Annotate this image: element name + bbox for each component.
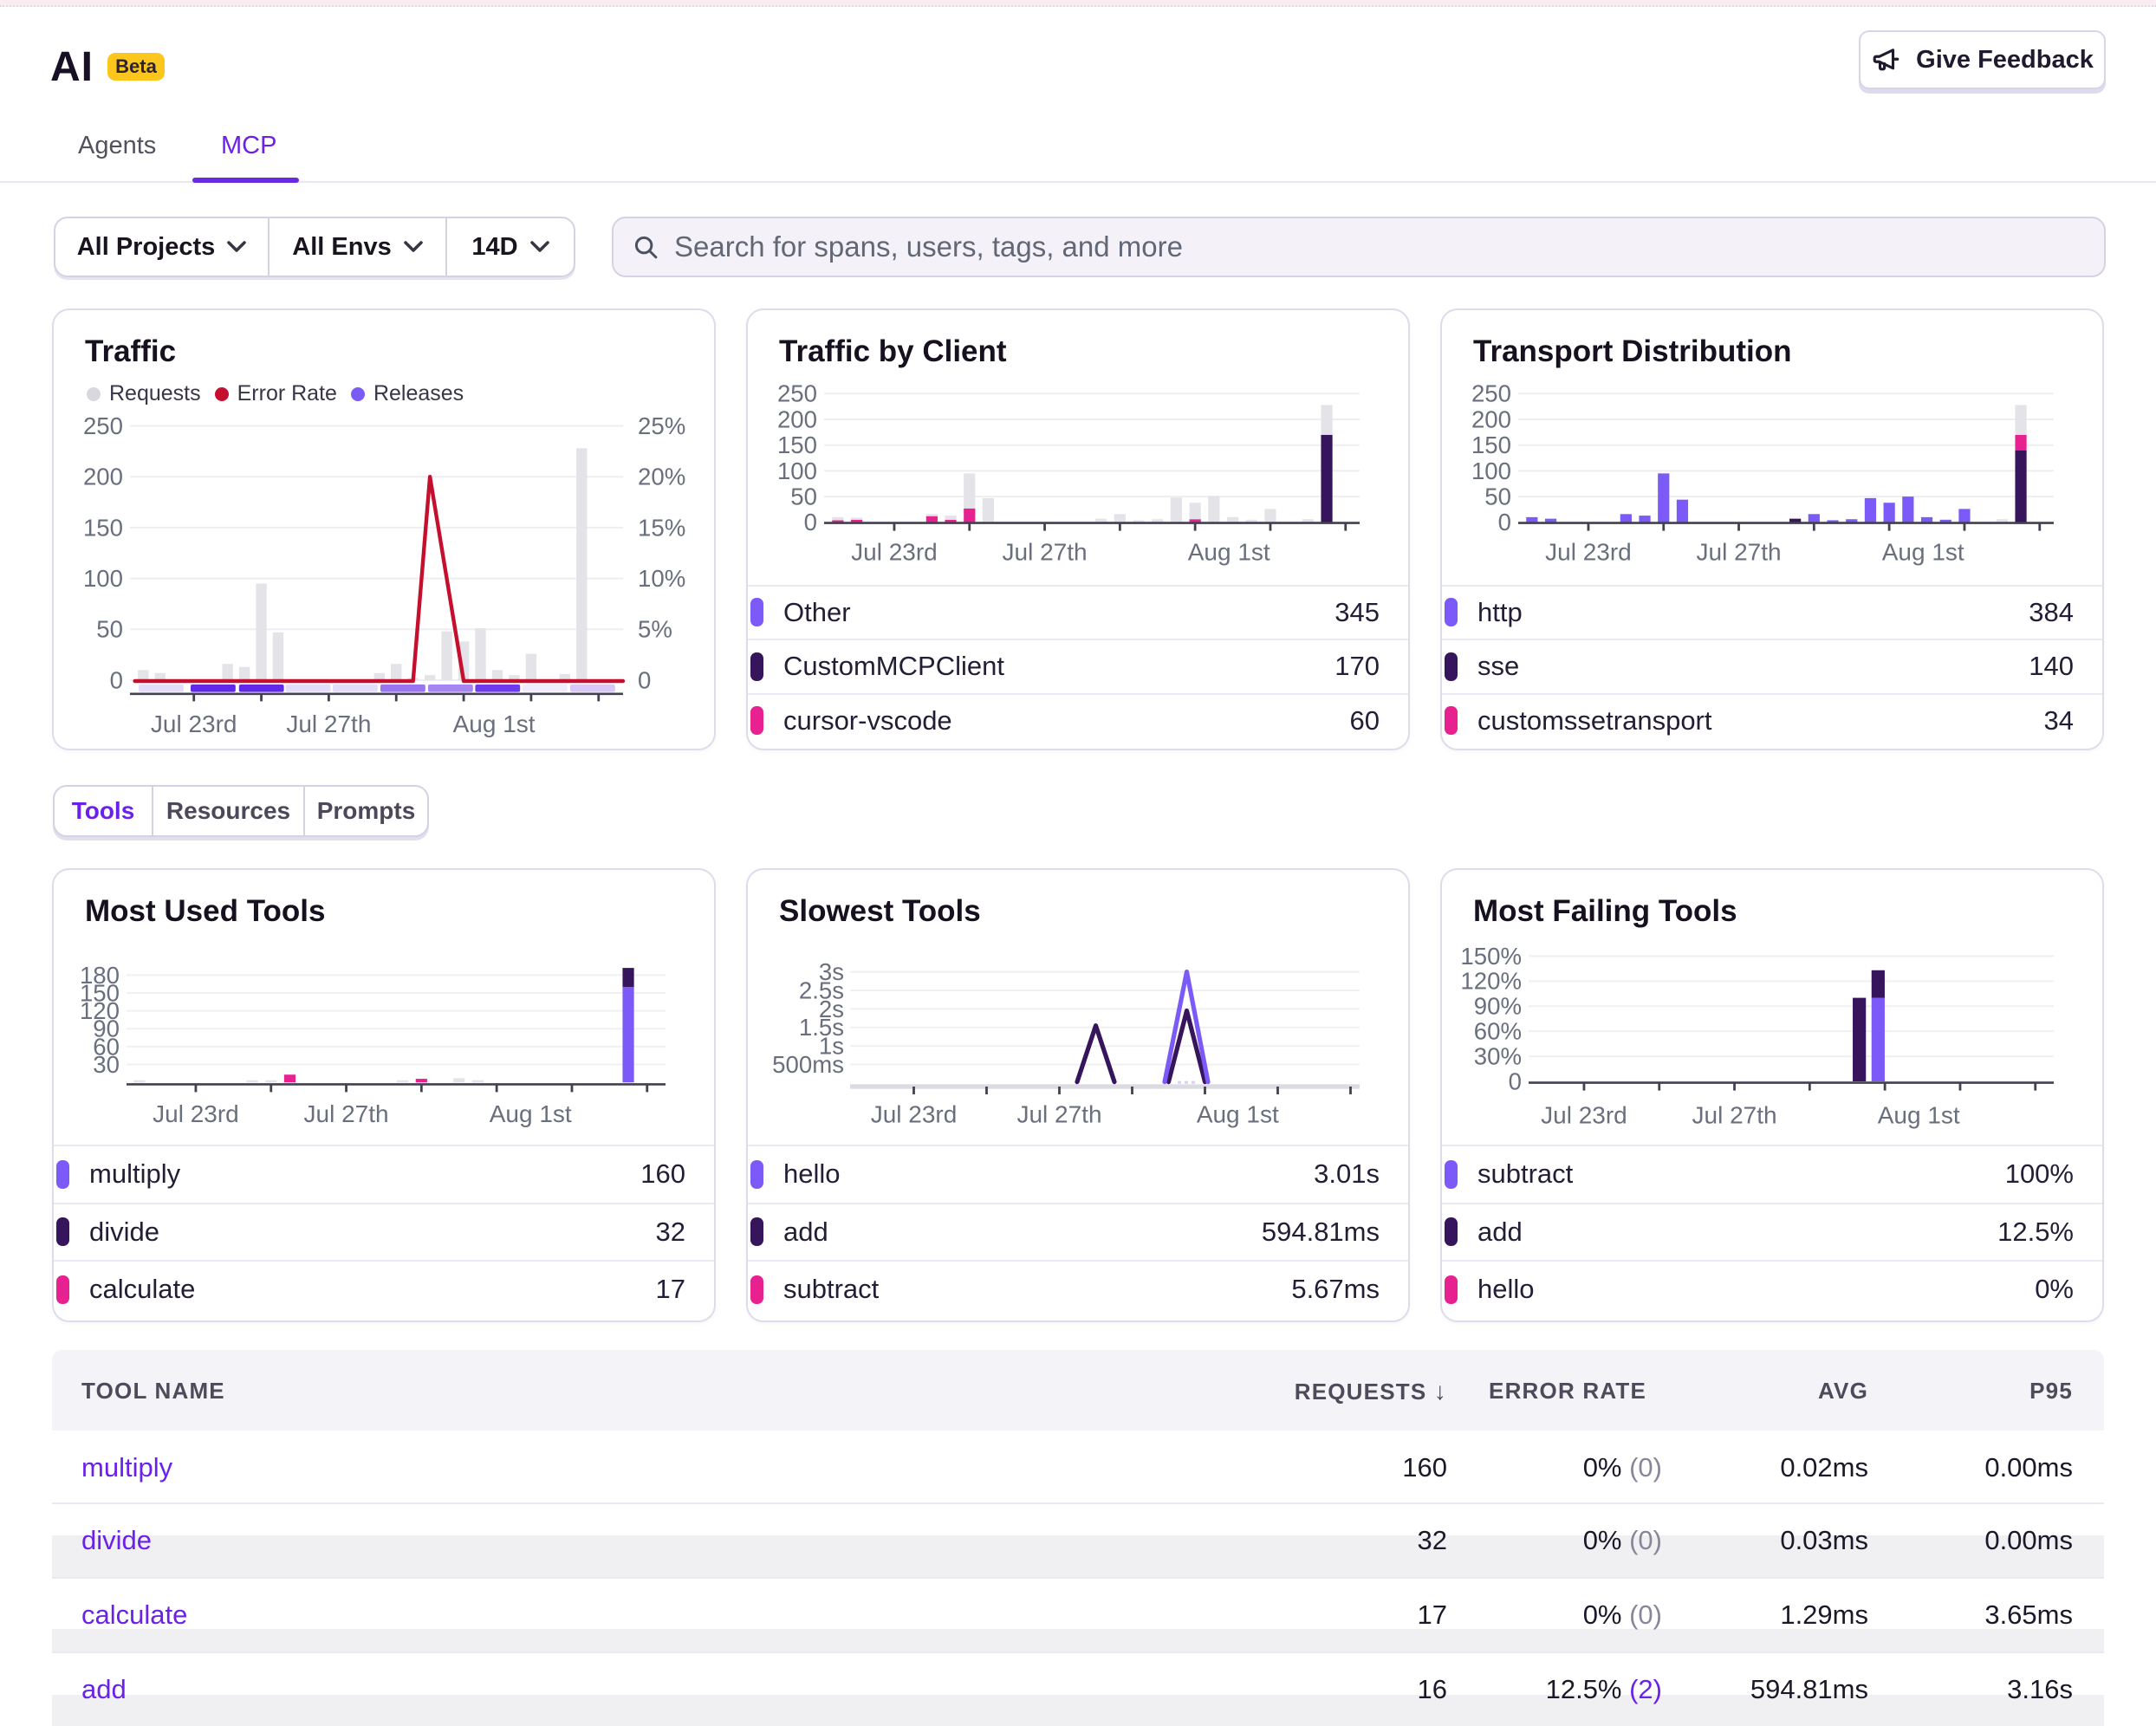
svg-text:50: 50	[790, 483, 817, 510]
svg-text:500ms: 500ms	[772, 1051, 844, 1078]
svg-text:10%: 10%	[638, 565, 685, 592]
svg-text:200: 200	[1471, 406, 1511, 432]
svg-text:200: 200	[777, 406, 817, 432]
svg-text:Jul 23rd: Jul 23rd	[153, 1100, 239, 1127]
svg-text:Aug 1st: Aug 1st	[453, 711, 536, 737]
svg-text:0: 0	[1498, 509, 1511, 535]
svg-text:Jul 27th: Jul 27th	[1692, 1102, 1777, 1129]
svg-text:Jul 23rd: Jul 23rd	[1541, 1102, 1627, 1129]
svg-text:0: 0	[1509, 1067, 1522, 1094]
svg-text:25%: 25%	[638, 412, 685, 439]
svg-text:50: 50	[1484, 483, 1511, 510]
svg-text:Jul 23rd: Jul 23rd	[151, 711, 237, 737]
svg-text:30: 30	[93, 1051, 120, 1078]
svg-text:60%: 60%	[1474, 1018, 1522, 1045]
svg-text:20%: 20%	[638, 464, 685, 490]
svg-text:Aug 1st: Aug 1st	[1878, 1102, 1960, 1129]
svg-text:0: 0	[804, 509, 817, 535]
svg-text:Jul 23rd: Jul 23rd	[871, 1101, 958, 1128]
svg-text:Aug 1st: Aug 1st	[1882, 539, 1964, 566]
svg-text:Jul 27th: Jul 27th	[304, 1100, 389, 1127]
svg-text:15%: 15%	[638, 514, 685, 541]
svg-text:200: 200	[83, 464, 123, 490]
svg-text:Jul 27th: Jul 27th	[1016, 1101, 1101, 1128]
svg-text:Aug 1st: Aug 1st	[1197, 1101, 1279, 1128]
svg-text:Jul 27th: Jul 27th	[1697, 539, 1782, 566]
svg-text:Aug 1st: Aug 1st	[1188, 539, 1270, 566]
svg-text:Jul 27th: Jul 27th	[1003, 539, 1088, 566]
svg-text:Aug 1st: Aug 1st	[490, 1100, 572, 1127]
svg-text:150: 150	[777, 432, 817, 458]
svg-text:Jul 27th: Jul 27th	[286, 711, 371, 737]
svg-text:150%: 150%	[1460, 943, 1522, 970]
svg-text:100: 100	[1471, 457, 1511, 484]
svg-text:Jul 23rd: Jul 23rd	[851, 539, 938, 566]
svg-text:Jul 23rd: Jul 23rd	[1545, 539, 1632, 566]
svg-text:30%: 30%	[1474, 1042, 1522, 1069]
svg-text:120%: 120%	[1460, 968, 1522, 995]
svg-text:0: 0	[110, 666, 123, 693]
svg-text:50: 50	[96, 616, 123, 643]
svg-text:250: 250	[83, 412, 123, 439]
svg-text:150: 150	[83, 514, 123, 541]
svg-text:100: 100	[83, 565, 123, 592]
svg-text:150: 150	[1471, 432, 1511, 458]
svg-text:90%: 90%	[1474, 993, 1522, 1020]
svg-text:0: 0	[638, 666, 651, 693]
svg-text:250: 250	[777, 380, 817, 407]
svg-text:5%: 5%	[638, 616, 672, 643]
svg-text:250: 250	[1471, 380, 1511, 407]
svg-text:100: 100	[777, 457, 817, 484]
